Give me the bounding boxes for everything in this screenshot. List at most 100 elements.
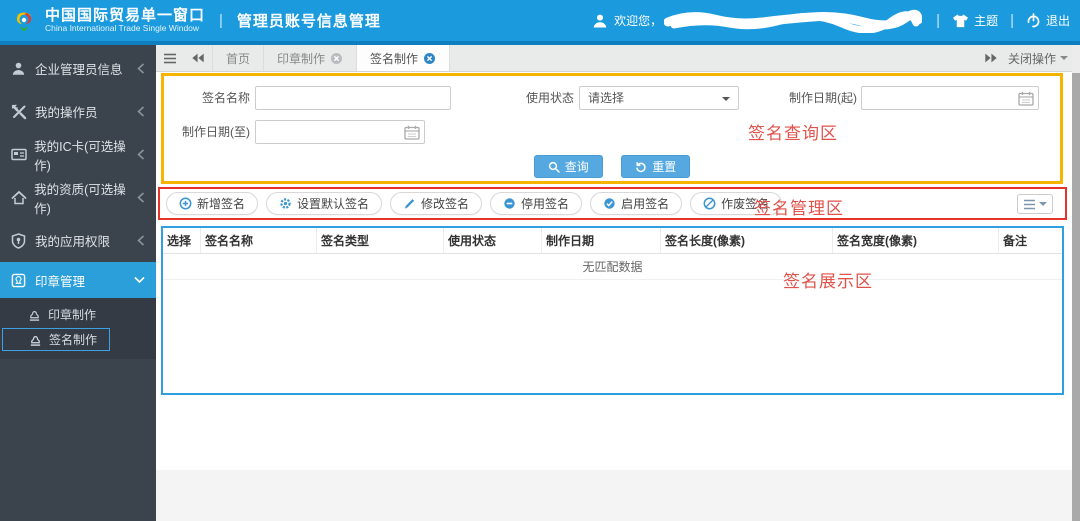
table-empty-message: 无匹配数据 [163,254,1062,280]
scroll-tabs-right-icon[interactable] [984,52,998,64]
column-header-signature-width: 签名宽度(像素) [833,228,999,253]
shirt-icon [952,13,969,28]
column-header-signature-name: 签名名称 [201,228,317,253]
tools-icon [11,104,28,120]
seal-icon [11,273,28,288]
column-header-select: 选择 [163,228,201,253]
annotation-box-display-area: 选择 签名名称 签名类型 使用状态 制作日期 签名长度(像素) 签名宽度(像素)… [161,226,1064,395]
logout-label: 退出 [1046,12,1070,29]
menu-toggle-icon[interactable] [156,45,184,71]
date-from-input[interactable] [861,86,1039,110]
chevron-left-icon [137,149,145,160]
usage-status-select[interactable]: 请选择 [579,86,739,110]
page-title: 管理员账号信息管理 [237,10,381,31]
header-divider: | [936,12,940,29]
search-button-label: 查询 [565,158,589,175]
calendar-icon[interactable] [1018,91,1034,106]
close-operations-label: 关闭操作 [1008,50,1056,67]
gear-icon [279,197,292,210]
sidebar-subitem-label: 签名制作 [49,331,97,348]
search-icon [548,161,560,173]
scrollbar-thumb[interactable] [1072,73,1080,521]
person-icon [11,61,28,76]
main-content: 签名名称 使用状态 请选择 制作日期(起) 制作日期(至) 签名查询区 [156,72,1072,521]
chevron-left-icon [137,106,145,117]
sidebar-item-label: 印章管理 [35,271,85,290]
welcome-text: 欢迎您， [614,12,662,29]
sidebar-item-label: 我的资质(可选操作) [34,179,137,217]
disable-signature-button[interactable]: 停用签名 [490,192,582,215]
tab-label: 首页 [226,50,250,67]
scroll-tabs-left-icon[interactable] [184,45,212,71]
annotation-box-query-area: 签名名称 使用状态 请选择 制作日期(起) 制作日期(至) 签名查询区 [161,73,1063,184]
chevron-down-icon [134,276,145,284]
tab-label: 签名制作 [370,50,418,67]
add-signature-button[interactable]: 新增签名 [166,192,258,215]
date-to-label: 制作日期(至) [164,120,250,144]
close-operations-dropdown[interactable]: 关闭操作 [1008,50,1068,67]
content-footer-strip [156,470,1072,521]
vertical-scrollbar[interactable] [1072,45,1080,521]
tab-home[interactable]: 首页 [212,45,264,71]
header-divider: | [1010,12,1014,29]
user-icon [592,13,608,29]
tab-close-icon[interactable] [330,52,343,65]
sidebar-item-label: 我的应用权限 [35,231,110,250]
toolbar-button-label: 停用签名 [521,195,569,212]
date-to-input[interactable] [255,120,425,144]
sidebar-item-label: 企业管理员信息 [35,59,123,78]
signature-name-input[interactable] [255,86,451,110]
sidebar-item-enterprise-admin-info[interactable]: 企业管理员信息 [0,47,156,90]
brand-title: 中国国际贸易单一窗口 [45,8,205,25]
usage-status-value: 请选择 [588,91,624,105]
app-logo-icon [10,7,38,35]
tab-signature-creation[interactable]: 签名制作 [357,45,450,71]
toolbar-button-label: 设置默认签名 [297,195,369,212]
pencil-icon [403,197,416,210]
app-window: 中国国际贸易单一窗口 China International Trade Sin… [0,0,1080,521]
annotation-query-area: 签名查询区 [748,119,838,144]
tab-close-icon[interactable] [423,52,436,65]
chevron-left-icon [137,192,145,203]
annotation-manage-area: 签名管理区 [754,194,844,219]
power-icon [1026,13,1041,28]
search-button[interactable]: 查询 [534,155,603,178]
sidebar-item-my-ic-card[interactable]: 我的IC卡(可选操作) [0,133,156,176]
toolbar-button-label: 新增签名 [197,195,245,212]
id-card-icon [11,148,27,161]
shield-pin-icon [11,233,28,249]
tab-seal-creation[interactable]: 印章制作 [264,45,357,71]
reset-button[interactable]: 重置 [621,155,690,178]
sidebar-item-my-qualifications[interactable]: 我的资质(可选操作) [0,176,156,219]
tab-label: 印章制作 [277,50,325,67]
check-circle-icon [603,197,616,210]
query-buttons: 查询 重置 [164,155,1060,178]
column-header-usage-status: 使用状态 [444,228,542,253]
view-options-button[interactable] [1017,194,1053,214]
seal-management-submenu: 印章制作 签名制作 [0,298,156,359]
annotation-box-manage-area: 新增签名 设置默认签名 修改签名 停用签名 [158,187,1067,220]
sidebar-subitem-signature-creation[interactable]: 签名制作 [2,328,110,351]
sidebar-subitem-seal-creation[interactable]: 印章制作 [0,303,156,326]
caret-down-icon [1039,202,1047,206]
app-header: 中国国际贸易单一窗口 China International Trade Sin… [0,0,1080,45]
calendar-icon[interactable] [404,125,420,140]
plus-circle-icon [179,197,192,210]
sidebar-item-seal-management[interactable]: 印章管理 [0,262,156,298]
toolbar-button-label: 启用签名 [621,195,669,212]
sidebar-item-label: 我的IC卡(可选操作) [34,136,137,174]
header-right: 欢迎您， | 主题 | [592,9,1070,33]
sidebar-item-my-app-permissions[interactable]: 我的应用权限 [0,219,156,262]
home-icon [11,190,27,205]
set-default-signature-button[interactable]: 设置默认签名 [266,192,382,215]
logout-button[interactable]: 退出 [1026,12,1070,29]
modify-signature-button[interactable]: 修改签名 [390,192,482,215]
theme-button[interactable]: 主题 [952,12,998,29]
date-from-label: 制作日期(起) [772,86,857,110]
sidebar-item-my-operators[interactable]: 我的操作员 [0,90,156,133]
tab-bar: 首页 印章制作 签名制作 关闭操作 [156,45,1080,72]
enable-signature-button[interactable]: 启用签名 [590,192,682,215]
brand-subtitle: China International Trade Single Window [45,24,205,33]
reset-button-label: 重置 [652,158,676,175]
sidebar-subitem-label: 印章制作 [48,306,96,323]
